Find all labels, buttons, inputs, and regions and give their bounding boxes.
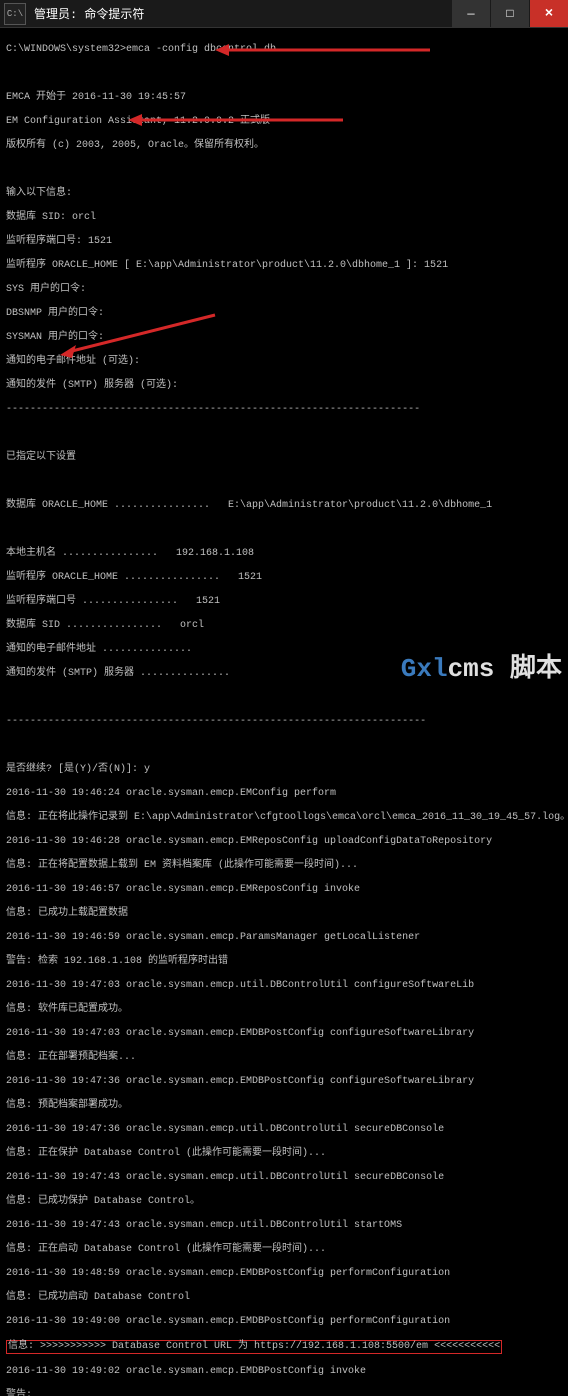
window-controls: — □ × bbox=[452, 0, 568, 27]
output-line: 信息: 已成功启动 Database Control bbox=[6, 1292, 562, 1304]
highlighted-url-line: 信息: >>>>>>>>>>> Database Control URL 为 h… bbox=[6, 1340, 562, 1354]
output-line: 2016-11-30 19:46:59 oracle.sysman.emcp.P… bbox=[6, 932, 562, 944]
output-line: 警告: 检索 192.168.1.108 的监听程序时出错 bbox=[6, 956, 562, 968]
output-line: 信息: 正在将配置数据上载到 EM 资料档案库 (此操作可能需要一段时间)... bbox=[6, 860, 562, 872]
output-line: 2016-11-30 19:47:03 oracle.sysman.emcp.E… bbox=[6, 1028, 562, 1040]
output-line: 输入以下信息: bbox=[6, 188, 562, 200]
output-line: 信息: 正在保护 Database Control (此操作可能需要一段时间).… bbox=[6, 1148, 562, 1160]
window-titlebar: C:\ 管理员: 命令提示符 — □ × bbox=[0, 0, 568, 28]
cmd-icon: C:\ bbox=[4, 3, 26, 25]
output-line: 2016-11-30 19:47:36 oracle.sysman.emcp.E… bbox=[6, 1076, 562, 1088]
output-line: 2016-11-30 19:46:24 oracle.sysman.emcp.E… bbox=[6, 788, 562, 800]
output-line: SYSMAN 用户的口令: bbox=[6, 332, 562, 344]
output-line: 信息: 软件库已配置成功。 bbox=[6, 1004, 562, 1016]
output-line: 通知的电子邮件地址 (可选): bbox=[6, 356, 562, 368]
output-line: 监听程序端口号 ................ 1521 bbox=[6, 596, 562, 608]
watermark: Gxlcms 脚本 bbox=[401, 647, 562, 684]
output-line: 信息: 正在部署预配档案... bbox=[6, 1052, 562, 1064]
output-line: 2016-11-30 19:47:36 oracle.sysman.emcp.u… bbox=[6, 1124, 562, 1136]
output-line: 2016-11-30 19:47:03 oracle.sysman.emcp.u… bbox=[6, 980, 562, 992]
output-line: SYS 用户的口令: bbox=[6, 284, 562, 296]
output-line: EMCA 开始于 2016-11-30 19:45:57 bbox=[6, 92, 562, 104]
output-line: 监听程序端口号: 1521 bbox=[6, 236, 562, 248]
output-line: EM Configuration Assistant, 11.2.0.0.2 正… bbox=[6, 116, 562, 128]
output-line: ----------------------------------------… bbox=[6, 716, 562, 728]
output-line: DBSNMP 用户的口令: bbox=[6, 308, 562, 320]
output-line: 数据库 ORACLE_HOME ................ E:\app\… bbox=[6, 500, 562, 512]
output-line: 2016-11-30 19:46:28 oracle.sysman.emcp.E… bbox=[6, 836, 562, 848]
output-line: 信息: 预配档案部署成功。 bbox=[6, 1100, 562, 1112]
output-line: 通知的发件 (SMTP) 服务器 (可选): bbox=[6, 380, 562, 392]
output-line: 2016-11-30 19:46:57 oracle.sysman.emcp.E… bbox=[6, 884, 562, 896]
output-line: 2016-11-30 19:49:00 oracle.sysman.emcp.E… bbox=[6, 1316, 562, 1328]
output-line: 数据库 SID: orcl bbox=[6, 212, 562, 224]
output-line: 2016-11-30 19:48:59 oracle.sysman.emcp.E… bbox=[6, 1268, 562, 1280]
terminal-output: C:\WINDOWS\system32>emca -config dbcontr… bbox=[0, 28, 568, 1396]
output-line: 信息: 已成功上载配置数据 bbox=[6, 908, 562, 920]
output-line: 2016-11-30 19:47:43 oracle.sysman.emcp.u… bbox=[6, 1220, 562, 1232]
output-line: 信息: 已成功保护 Database Control。 bbox=[6, 1196, 562, 1208]
minimize-button[interactable]: — bbox=[452, 0, 490, 27]
output-line: 监听程序 ORACLE_HOME [ E:\app\Administrator\… bbox=[6, 260, 562, 272]
output-line: 版权所有 (c) 2003, 2005, Oracle。保留所有权利。 bbox=[6, 140, 562, 152]
output-line: 数据库 SID ................ orcl bbox=[6, 620, 562, 632]
output-line: 信息: 正在启动 Database Control (此操作可能需要一段时间).… bbox=[6, 1244, 562, 1256]
output-line: ----------------------------------------… bbox=[6, 404, 562, 416]
window-title: 管理员: 命令提示符 bbox=[30, 5, 452, 22]
maximize-button[interactable]: □ bbox=[491, 0, 529, 27]
output-line: 警告: bbox=[6, 1390, 562, 1396]
output-line: 已指定以下设置 bbox=[6, 452, 562, 464]
output-line: 2016-11-30 19:47:43 oracle.sysman.emcp.u… bbox=[6, 1172, 562, 1184]
output-line: 是否继续? [是(Y)/否(N)]: y bbox=[6, 764, 562, 776]
close-button[interactable]: × bbox=[530, 0, 568, 27]
output-line: 2016-11-30 19:49:02 oracle.sysman.emcp.E… bbox=[6, 1366, 562, 1378]
output-line: 监听程序 ORACLE_HOME ................ 1521 bbox=[6, 572, 562, 584]
output-line: 信息: 正在将此操作记录到 E:\app\Administrator\cfgto… bbox=[6, 812, 562, 824]
output-line: 本地主机名 ................ 192.168.1.108 bbox=[6, 548, 562, 560]
cmd-line: C:\WINDOWS\system32>emca -config dbcontr… bbox=[6, 44, 562, 56]
